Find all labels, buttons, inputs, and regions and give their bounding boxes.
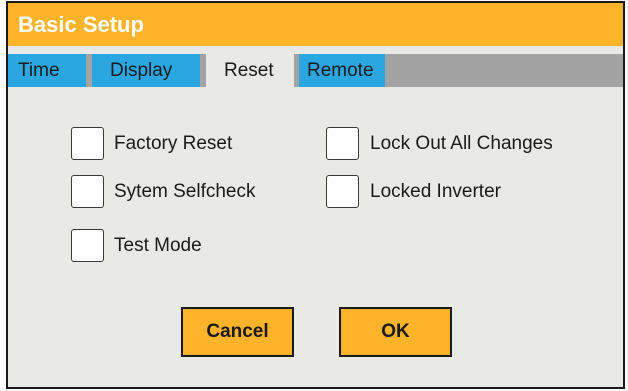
window-title: Basic Setup <box>8 3 623 46</box>
locked-inverter-checkbox[interactable] <box>326 175 359 208</box>
tab-time[interactable]: Time <box>8 54 86 87</box>
system-selfcheck-checkbox[interactable] <box>71 175 104 208</box>
locked-inverter-label: Locked Inverter <box>370 181 501 202</box>
test-mode-label: Test Mode <box>114 235 202 256</box>
lock-out-all-changes-label: Lock Out All Changes <box>370 133 553 154</box>
cancel-button[interactable]: Cancel <box>181 307 294 357</box>
factory-reset-checkbox[interactable] <box>71 127 104 160</box>
system-selfcheck-label: Sytem Selfcheck <box>114 181 256 202</box>
tab-bar: Time Display Reset Remote <box>8 52 623 88</box>
tab-display[interactable]: Display <box>92 54 200 87</box>
ok-button[interactable]: OK <box>339 307 452 357</box>
lock-out-all-changes-checkbox[interactable] <box>326 127 359 160</box>
basic-setup-window: Basic Setup Time Display Reset Remote Fa… <box>6 1 625 389</box>
factory-reset-label: Factory Reset <box>114 133 233 154</box>
test-mode-checkbox[interactable] <box>71 229 104 262</box>
tab-remote[interactable]: Remote <box>299 54 385 87</box>
tab-reset[interactable]: Reset <box>206 52 294 88</box>
